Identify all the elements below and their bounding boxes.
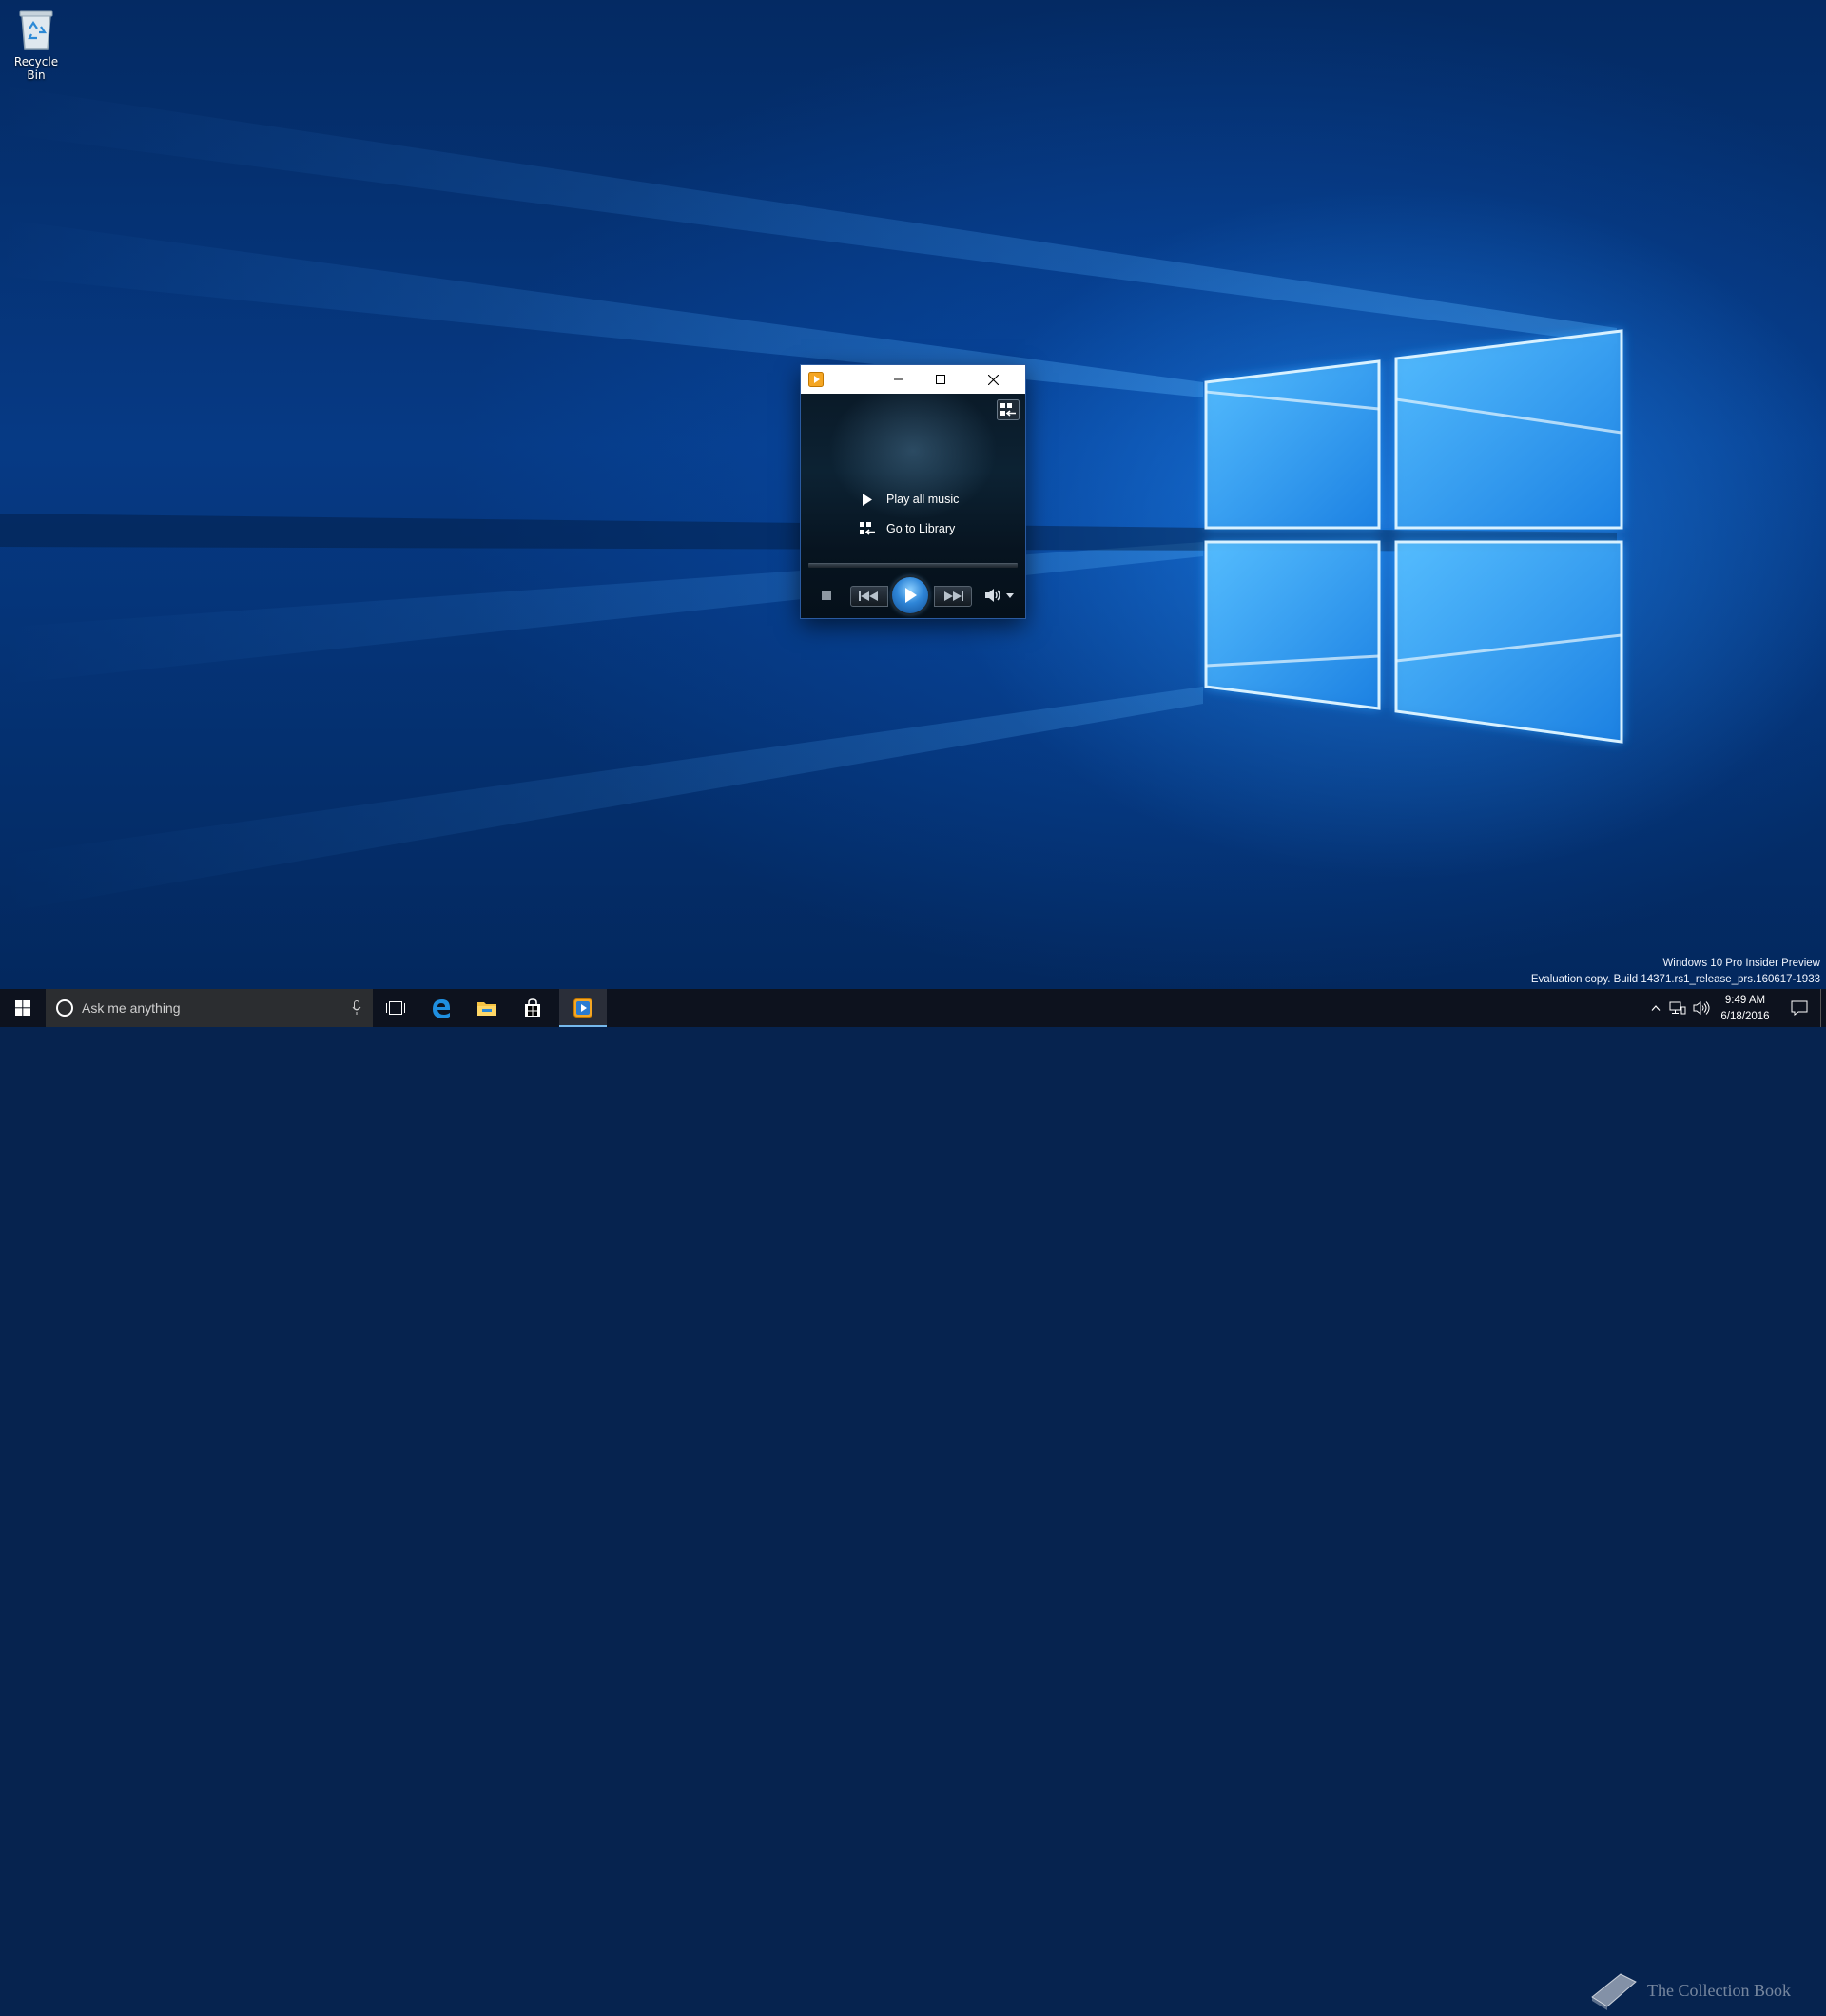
- now-playing-area: Play all music Go to Library: [801, 394, 1025, 618]
- previous-icon: [859, 591, 878, 601]
- file-explorer-icon: [477, 1002, 496, 1016]
- stop-button[interactable]: [818, 587, 835, 604]
- build-watermark: Windows 10 Pro Insider Preview Evaluatio…: [1531, 956, 1820, 988]
- windows-media-player-icon: [808, 372, 824, 387]
- next-icon: [944, 591, 963, 601]
- chevron-up-icon: [1651, 1005, 1661, 1011]
- store-taskbar-button[interactable]: [510, 989, 555, 1027]
- microphone-icon[interactable]: [352, 1000, 361, 1016]
- cortana-icon: [56, 999, 73, 1017]
- speaker-icon: [1693, 1001, 1710, 1015]
- cortana-search-box[interactable]: [46, 989, 373, 1027]
- play-all-music-label: Play all music: [886, 493, 960, 506]
- mute-button[interactable]: [983, 586, 1002, 605]
- show-desktop-button[interactable]: [1820, 989, 1826, 1027]
- windows-media-player-icon: [573, 998, 592, 1018]
- next-button[interactable]: [934, 586, 972, 607]
- show-hidden-icons-button[interactable]: [1645, 989, 1666, 1027]
- chevron-down-icon: [1006, 592, 1014, 598]
- go-to-library-link[interactable]: Go to Library: [858, 518, 955, 539]
- play-icon: [863, 493, 872, 506]
- close-icon: [987, 374, 999, 385]
- speaker-icon: [985, 589, 1000, 602]
- file-explorer-taskbar-button[interactable]: [464, 989, 510, 1027]
- switch-to-library-button[interactable]: [997, 399, 1020, 420]
- library-icon: [860, 522, 875, 535]
- play-all-music-link[interactable]: Play all music: [858, 489, 959, 510]
- playback-controls: [801, 572, 1025, 618]
- site-watermark-text: The Collection Book: [1647, 1981, 1791, 2000]
- play-icon: [905, 588, 917, 603]
- minimize-button[interactable]: [877, 365, 921, 394]
- stop-icon: [822, 591, 831, 600]
- recycle-bin-icon: [19, 10, 53, 50]
- close-button[interactable]: [961, 365, 1025, 394]
- switch-to-library-icon: [997, 399, 1020, 420]
- task-view-button[interactable]: [373, 989, 418, 1027]
- book-logo-icon: [1591, 1973, 1637, 2010]
- search-input[interactable]: [82, 1000, 339, 1016]
- site-watermark: The Collection Book: [1586, 1967, 1815, 2016]
- volume-button[interactable]: [1689, 989, 1714, 1027]
- window-titlebar[interactable]: [801, 365, 1025, 394]
- watermark-edition: Windows 10 Pro Insider Preview: [1662, 958, 1820, 969]
- taskbar: The Collection Book 9:49 AM 6/18/2016: [0, 989, 1826, 2010]
- windows-logo-icon: [15, 1000, 30, 1016]
- go-to-library-label: Go to Library: [886, 522, 956, 535]
- windows-media-player-taskbar-button[interactable]: [559, 989, 607, 1027]
- start-button[interactable]: [0, 989, 46, 1027]
- desktop-icon-label: Recycle Bin: [13, 55, 59, 82]
- network-button[interactable]: [1666, 989, 1689, 1027]
- volume-dropdown[interactable]: [1004, 590, 1016, 601]
- previous-button[interactable]: [850, 586, 888, 607]
- task-view-icon: [386, 1001, 405, 1015]
- taskbar-clock[interactable]: 9:49 AM 6/18/2016: [1712, 992, 1778, 1024]
- maximize-button[interactable]: [919, 365, 962, 394]
- action-center-button[interactable]: [1780, 989, 1818, 1027]
- minimize-icon: [894, 378, 903, 380]
- watermark-build: Evaluation copy. Build 14371.rs1_release…: [1530, 974, 1820, 985]
- network-icon: [1669, 1001, 1686, 1015]
- seek-bar[interactable]: [808, 563, 1018, 568]
- edge-taskbar-button[interactable]: [418, 989, 464, 1027]
- clock-date: 6/18/2016: [1720, 1011, 1770, 1022]
- edge-icon: [433, 999, 450, 1018]
- maximize-icon: [936, 375, 945, 384]
- store-icon: [525, 998, 540, 1017]
- desktop-icon-recycle-bin[interactable]: Recycle Bin: [4, 6, 68, 82]
- play-button[interactable]: [892, 577, 928, 613]
- media-player-window: Play all music Go to Library: [801, 365, 1025, 618]
- notifications-icon: [1791, 1000, 1808, 1016]
- clock-time: 9:49 AM: [1724, 995, 1766, 1006]
